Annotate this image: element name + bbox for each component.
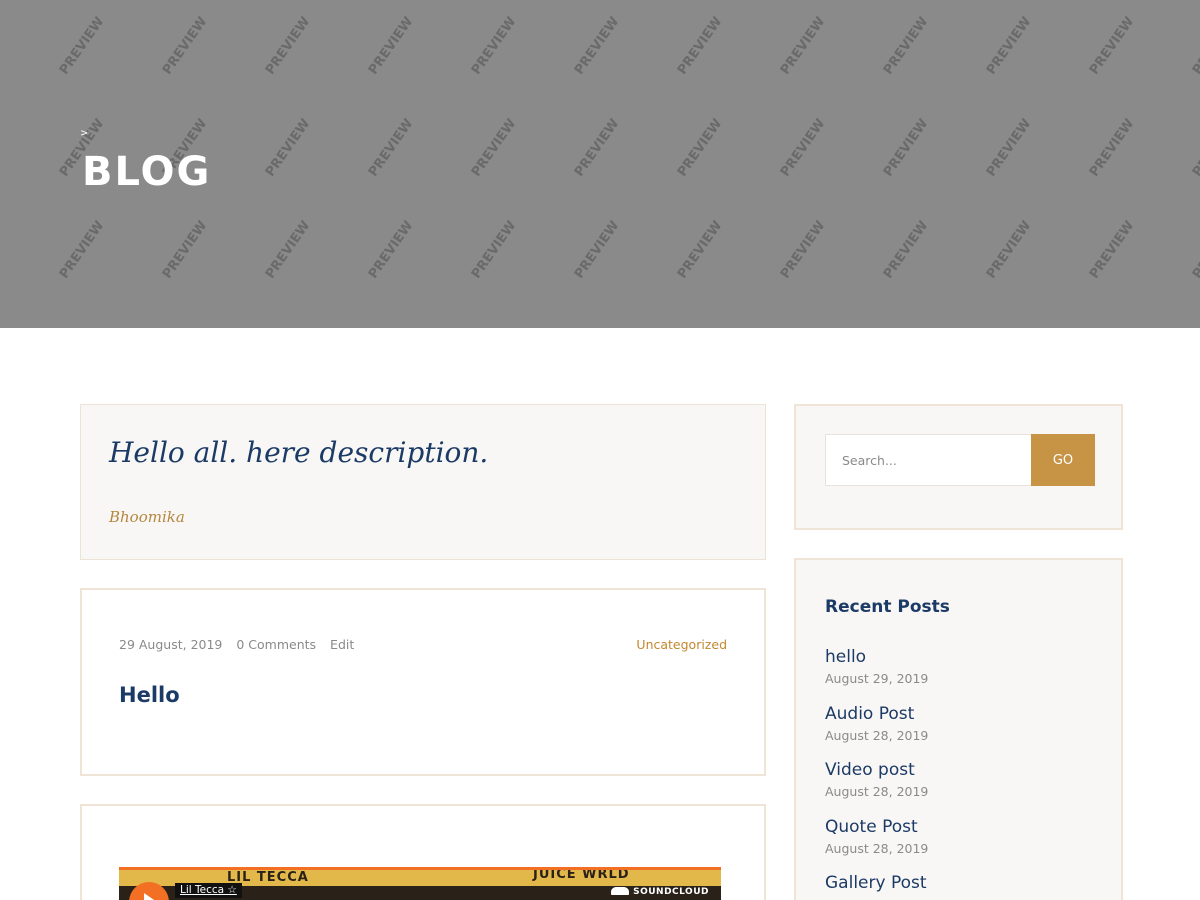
watermark-text: PREVIEW (160, 14, 210, 77)
soundcloud-player[interactable]: LIL TECCA JUICE WRLD Lil Tecca ☆ SOUNDCL… (119, 867, 721, 900)
watermark-text: PREVIEW (984, 218, 1034, 281)
list-item: Audio Post August 28, 2019 (825, 703, 928, 760)
watermark-text: PREVIEW (1190, 218, 1200, 281)
watermark-text: PREVIEW (778, 116, 828, 179)
watermark-text: PREVIEW (675, 14, 725, 77)
recent-post-date: August 29, 2019 (825, 671, 929, 686)
recent-posts-list: hello August 29, 2019 Audio Post August … (825, 646, 928, 900)
post-category-link[interactable]: Uncategorized (636, 637, 727, 653)
watermark-text: PREVIEW (675, 218, 725, 281)
recent-post-link[interactable]: hello (825, 646, 928, 668)
watermark-text: PREVIEW (778, 14, 828, 77)
watermark-text: PREVIEW (0, 14, 4, 77)
watermark-text: PREVIEW (366, 218, 416, 281)
list-item: Gallery Post (825, 872, 928, 900)
search-go-button[interactable]: GO (1031, 434, 1095, 486)
quote-text: Hello all. here description. (109, 436, 489, 469)
watermark-text: PREVIEW (1087, 116, 1137, 179)
quote-author: Bhoomika (109, 508, 185, 526)
search-input[interactable] (825, 434, 1033, 486)
watermark-text: PREVIEW (778, 218, 828, 281)
watermark-text: PREVIEW (263, 14, 313, 77)
recent-post-link[interactable]: Video post (825, 759, 928, 781)
watermark-text: PREVIEW (366, 14, 416, 77)
list-item: Quote Post August 28, 2019 (825, 816, 928, 873)
recent-post-link[interactable]: Gallery Post (825, 872, 928, 894)
watermark-text: PREVIEW (263, 116, 313, 179)
search-widget: GO (794, 404, 1123, 530)
watermark-text: PREVIEW (572, 218, 622, 281)
cover-artist-right: JUICE WRLD (533, 867, 630, 882)
audio-post-card: LIL TECCA JUICE WRLD Lil Tecca ☆ SOUNDCL… (80, 804, 766, 900)
soundcloud-logo[interactable]: SOUNDCLOUD (611, 886, 709, 898)
quote-post: Hello all. here description. Bhoomika (80, 404, 766, 560)
watermark-text: PREVIEW (1190, 14, 1200, 77)
soundcloud-user-link[interactable]: Lil Tecca ☆ (175, 883, 242, 898)
list-item: Video post August 28, 2019 (825, 759, 928, 816)
page-title: BLOG (82, 149, 212, 195)
watermark-text: PREVIEW (0, 116, 4, 179)
watermark-text: PREVIEW (1190, 116, 1200, 179)
list-item: hello August 29, 2019 (825, 646, 928, 703)
watermark-text: PREVIEW (984, 116, 1034, 179)
watermark-text: PREVIEW (160, 218, 210, 281)
watermark-text: PREVIEW (881, 116, 931, 179)
post-comments-link[interactable]: 0 Comments (236, 637, 316, 652)
watermark-text: PREVIEW (675, 116, 725, 179)
watermark-text: PREVIEW (57, 14, 107, 77)
watermark-text: PREVIEW (1087, 14, 1137, 77)
recent-post-link[interactable]: Quote Post (825, 816, 928, 838)
watermark-text: PREVIEW (881, 14, 931, 77)
recent-post-link[interactable]: Audio Post (825, 703, 928, 725)
watermark-text: PREVIEW (366, 116, 416, 179)
watermark-text: PREVIEW (984, 14, 1034, 77)
breadcrumb[interactable]: > (80, 128, 88, 140)
watermark-text: PREVIEW (1087, 218, 1137, 281)
watermark-text: PREVIEW (0, 218, 4, 281)
recent-post-date: August 28, 2019 (825, 727, 929, 743)
watermark-text: PREVIEW (57, 218, 107, 281)
post-edit-link[interactable]: Edit (330, 637, 354, 652)
watermark-text: PREVIEW (881, 218, 931, 281)
watermark-text: PREVIEW (263, 218, 313, 281)
post-meta: 29 August, 2019 0 Comments Edit (119, 637, 364, 653)
recent-post-date: August 28, 2019 (825, 784, 929, 799)
soundcloud-cloud-icon (611, 887, 630, 895)
watermark-text: PREVIEW (469, 116, 519, 179)
watermark-text: PREVIEW (469, 218, 519, 281)
watermark-text: PREVIEW (572, 14, 622, 77)
post-date[interactable]: 29 August, 2019 (119, 637, 222, 652)
post-card: 29 August, 2019 0 Comments Edit Uncatego… (80, 588, 766, 776)
post-title-link[interactable]: Hello (119, 682, 180, 708)
recent-posts-title: Recent Posts (825, 597, 950, 617)
soundcloud-brand: SOUNDCLOUD (633, 887, 709, 897)
watermark-text: PREVIEW (469, 14, 519, 77)
watermark-text: PREVIEW (572, 116, 622, 179)
page-hero: PREVIEW PREVIEW PREVIEW PREVIEW PREVIEW PREVI… (0, 0, 1200, 328)
recent-post-date: August 28, 2019 (825, 840, 929, 856)
recent-posts-widget: Recent Posts hello August 29, 2019 Audio… (794, 558, 1123, 900)
